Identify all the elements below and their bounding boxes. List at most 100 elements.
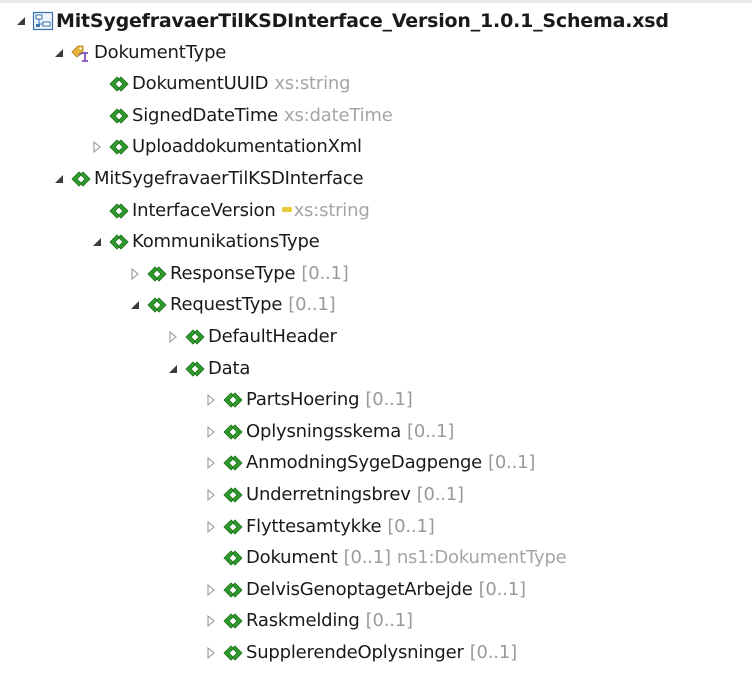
node-label: Flyttesamtykke [0..1]: [246, 515, 435, 539]
element-icon: [222, 517, 244, 537]
expand-arrow-icon[interactable]: [128, 298, 142, 312]
collapse-arrow-icon[interactable]: [204, 488, 218, 502]
node-name: UploaddokumentationXml: [132, 136, 362, 157]
node-name: DefaultHeader: [208, 326, 337, 347]
multiplicity-label: [0..1]: [301, 263, 349, 284]
multiplicity-label: [0..1]: [478, 579, 526, 600]
node-label: UploaddokumentationXml: [132, 135, 362, 159]
tree-node-signed-date-time[interactable]: SignedDateTime xs:dateTime: [0, 102, 752, 133]
expand-arrow-icon[interactable]: [52, 172, 66, 186]
node-name: ResponseType: [170, 263, 296, 284]
node-label: SupplerendeOplysninger [0..1]: [246, 641, 517, 665]
collapse-arrow-icon[interactable]: [204, 646, 218, 660]
node-label: RequestType [0..1]: [170, 293, 336, 317]
complex-type-icon: [70, 43, 92, 63]
element-icon: [108, 232, 130, 252]
tree-node-uploaddokumentation-xml[interactable]: UploaddokumentationXml: [0, 133, 752, 164]
tree-node-request-type[interactable]: RequestType [0..1]: [0, 291, 752, 322]
element-icon: [146, 264, 168, 284]
tree-node-mit-sygefravaer-til-ksdinterface[interactable]: MitSygefravaerTilKSDInterface: [0, 165, 752, 196]
type-label: xs:string: [274, 73, 351, 94]
element-icon: [222, 580, 244, 600]
node-name: Dokument: [246, 547, 338, 568]
multiplicity-label: [0..1]: [365, 610, 413, 631]
node-name: AnmodningSygeDagpenge: [246, 452, 483, 473]
tree-node-delvis-genoptaget-arbejde[interactable]: DelvisGenoptagetArbejde [0..1]: [0, 576, 752, 607]
tree-node-default-header[interactable]: DefaultHeader: [0, 323, 752, 354]
tree-node-flyttesamtykke[interactable]: Flyttesamtykke [0..1]: [0, 513, 752, 544]
tree-node-response-type[interactable]: ResponseType [0..1]: [0, 260, 752, 291]
multiplicity-label: [0..1]: [365, 389, 413, 410]
expand-arrow-icon[interactable]: [90, 235, 104, 249]
node-name: InterfaceVersion: [132, 200, 276, 221]
tree-node-interface-version[interactable]: InterfaceVersion xs:string: [0, 197, 752, 228]
element-icon: [222, 548, 244, 568]
element-icon: [184, 359, 206, 379]
element-icon: [108, 137, 130, 157]
node-name: DokumentType: [94, 42, 227, 63]
node-name: KommunikationsType: [132, 231, 320, 252]
tree-node-raskmelding[interactable]: Raskmelding [0..1]: [0, 607, 752, 638]
node-name: Underretningsbrev: [246, 484, 411, 505]
type-label: ns1:DokumentType: [396, 547, 567, 568]
element-icon: [146, 295, 168, 315]
tree-node-parts-hoering[interactable]: PartsHoering [0..1]: [0, 386, 752, 417]
node-label: DefaultHeader: [208, 325, 337, 349]
collapse-arrow-icon[interactable]: [204, 456, 218, 470]
tree-root-schema[interactable]: MitSygefravaerTilKSDInterface_Version_1.…: [0, 7, 752, 38]
collapse-arrow-icon[interactable]: [204, 583, 218, 597]
collapse-arrow-icon[interactable]: [204, 393, 218, 407]
node-label: DokumentUUID xs:string: [132, 72, 351, 96]
tree-node-data[interactable]: Data: [0, 355, 752, 386]
collapse-arrow-icon[interactable]: [204, 520, 218, 534]
tree-node-kommunikations-type[interactable]: KommunikationsType: [0, 228, 752, 259]
node-name: SupplerendeOplysninger: [246, 642, 464, 663]
node-name: Raskmelding: [246, 610, 360, 631]
node-label: DelvisGenoptagetArbejde [0..1]: [246, 578, 526, 602]
node-name: Flyttesamtykke: [246, 516, 382, 537]
node-name: Data: [208, 358, 251, 379]
schema-icon: [32, 11, 54, 31]
node-label: SignedDateTime xs:dateTime: [132, 104, 393, 128]
tree-node-dokument[interactable]: Dokument [0..1] ns1:DokumentType: [0, 544, 752, 575]
element-icon: [222, 422, 244, 442]
tree-node-anmodning-syge-dagpenge[interactable]: AnmodningSygeDagpenge [0..1]: [0, 449, 752, 480]
tree-node-oplysningsskema[interactable]: Oplysningsskema [0..1]: [0, 418, 752, 449]
node-label: Underretningsbrev [0..1]: [246, 483, 464, 507]
tree-node-dokument-type[interactable]: DokumentType: [0, 39, 752, 70]
node-name: DokumentUUID: [132, 73, 269, 94]
collapse-arrow-icon[interactable]: [166, 330, 180, 344]
collapse-arrow-icon[interactable]: [128, 267, 142, 281]
multiplicity-label: [0..1]: [288, 294, 336, 315]
node-label: AnmodningSygeDagpenge [0..1]: [246, 451, 535, 475]
node-name: MitSygefravaerTilKSDInterface: [94, 168, 364, 189]
element-icon: [184, 327, 206, 347]
element-icon: [108, 74, 130, 94]
type-label: xs:string: [293, 200, 370, 221]
type-label: xs:dateTime: [284, 105, 393, 126]
expand-arrow-icon[interactable]: [14, 14, 28, 28]
node-label: Oplysningsskema [0..1]: [246, 420, 454, 444]
expand-arrow-icon[interactable]: [166, 362, 180, 376]
multiplicity-label: [0..1]: [469, 642, 517, 663]
node-name: PartsHoering: [246, 389, 360, 410]
element-icon: [222, 390, 244, 410]
node-name: MitSygefravaerTilKSDInterface_Version_1.…: [56, 10, 669, 32]
node-label: DokumentType: [94, 41, 226, 65]
node-name: DelvisGenoptagetArbejde: [246, 579, 473, 600]
collapse-arrow-icon[interactable]: [204, 425, 218, 439]
tree-node-underretningsbrev[interactable]: Underretningsbrev [0..1]: [0, 481, 752, 512]
multiplicity-label: [0..1]: [488, 452, 536, 473]
collapse-arrow-icon[interactable]: [90, 140, 104, 154]
tree-node-dokument-uuid[interactable]: DokumentUUID xs:string: [0, 70, 752, 101]
element-icon: [222, 611, 244, 631]
expand-arrow-icon[interactable]: [52, 46, 66, 60]
tree-node-supplerende-oplysninger[interactable]: SupplerendeOplysninger [0..1]: [0, 639, 752, 670]
element-icon: [108, 201, 130, 221]
node-label: ResponseType [0..1]: [170, 262, 349, 286]
multiplicity-label: [0..1]: [407, 421, 455, 442]
multiplicity-label: [0..1]: [343, 547, 391, 568]
node-name: SignedDateTime: [132, 105, 279, 126]
node-label: Data: [208, 357, 250, 381]
collapse-arrow-icon[interactable]: [204, 614, 218, 628]
